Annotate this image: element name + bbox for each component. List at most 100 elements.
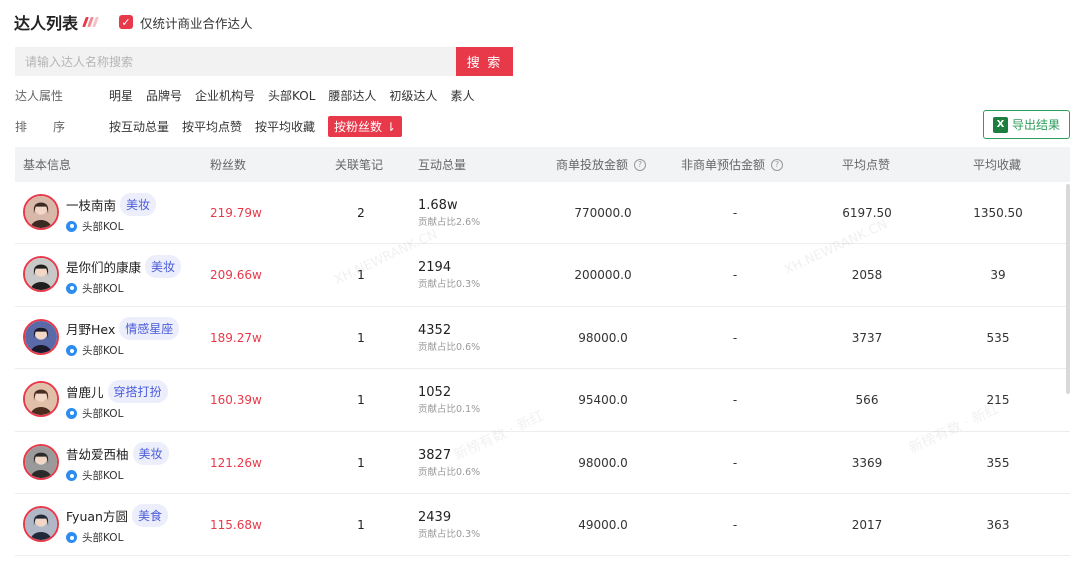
contribution-share: 贡献占比0.1% [418, 404, 481, 416]
level-label: 头部KOL [82, 282, 124, 295]
filter-amateur[interactable]: 素人 [450, 87, 474, 104]
col-paid-label: 商单投放金额 [556, 158, 629, 172]
creator-level: 头部KOL [66, 343, 123, 359]
unpaid-amount: - [732, 455, 738, 470]
sort-row: 排序 按互动总量 按平均点赞 按平均收藏 按粉丝数 ⇂ [15, 115, 415, 137]
notes-count[interactable]: 1 [357, 244, 365, 306]
col-paid: 商单投放金额? [556, 147, 647, 182]
fans-count: 219.79w [210, 206, 262, 220]
creator-level: 头部KOL [66, 280, 123, 296]
table-row[interactable]: 一枝南南 美妆 头部KOL 219.79w 2 1.68w 贡献占比2.6% 770000.0… [15, 182, 1070, 245]
interaction-cell: 2439 贡献占比0.3% [418, 494, 480, 556]
table-header: 基本信息 粉丝数 关联笔记 互动总量 商单投放金额? 非商单预估金额? 平均点赞… [15, 147, 1070, 182]
creator-name-line: 月野Hex 情感星座 [66, 317, 180, 341]
creator-level: 头部KOL [66, 468, 123, 484]
table-row[interactable]: Fyuan方圆 美食 头部KOL 115.68w 1 2439 贡献占比0.3% 49000.… [15, 494, 1070, 557]
search-button[interactable]: 搜 索 [456, 47, 513, 76]
title-decoration [82, 17, 99, 27]
creator-name[interactable]: 是你们的康康 [66, 257, 141, 276]
attribute-filter-label: 达人属性 [15, 88, 64, 103]
level-label: 头部KOL [82, 470, 124, 483]
filter-junior[interactable]: 初级达人 [389, 87, 437, 104]
help-icon[interactable]: ? [771, 158, 784, 171]
avatar[interactable] [23, 381, 59, 418]
filter-top-kol[interactable]: 头部KOL [268, 87, 315, 104]
interaction-total: 1.68w [418, 198, 458, 213]
search-input[interactable] [15, 47, 456, 76]
avatar[interactable] [23, 256, 59, 293]
filter-mid-tier[interactable]: 腰部达人 [328, 87, 376, 104]
col-avg-fav: 平均收藏 [973, 158, 1022, 172]
category-tag: 美妆 [145, 254, 182, 278]
filter-enterprise[interactable]: 企业机构号 [195, 87, 255, 104]
interaction-total: 2439 [418, 509, 452, 525]
scrollbar[interactable] [1066, 184, 1070, 394]
creator-name[interactable]: 曾鹿儿 [66, 382, 104, 401]
avatar[interactable] [23, 443, 59, 480]
level-label: 头部KOL [82, 407, 124, 420]
fans-count: 115.68w [210, 517, 262, 532]
check-icon[interactable]: ✓ [119, 15, 134, 29]
notes-count[interactable]: 1 [357, 494, 365, 556]
sort-by-avg-like[interactable]: 按平均点赞 [182, 118, 242, 135]
avatar[interactable] [23, 318, 59, 355]
avg-fav: 535 [986, 330, 1010, 345]
level-label: 头部KOL [82, 220, 124, 233]
search-bar: 搜 索 [15, 47, 513, 76]
avatar[interactable] [23, 505, 59, 542]
table-row[interactable]: 昔幼爱西柚 美妆 头部KOL 121.26w 1 3827 贡献占比0.6% 98000.0 -… [15, 432, 1070, 494]
notes-count[interactable]: 1 [357, 369, 365, 431]
table-row[interactable]: 月野Hex 情感星座 头部KOL 189.27w 1 4352 贡献占比0.6% 98000.… [15, 307, 1070, 370]
filter-star[interactable]: 明星 [109, 87, 133, 104]
paid-amount: 95400.0 [578, 393, 628, 408]
creator-name[interactable]: Fyuan方圆 [66, 506, 128, 525]
help-icon[interactable]: ? [634, 158, 647, 171]
interaction-cell: 3827 贡献占比0.6% [418, 432, 480, 494]
creator-name[interactable]: 月野Hex [66, 319, 115, 338]
notes-count[interactable]: 1 [357, 432, 365, 494]
unpaid-amount: - [732, 393, 738, 408]
avg-like: 566 [855, 393, 879, 408]
col-fans: 粉丝数 [210, 158, 247, 172]
sort-by-fans[interactable]: 按粉丝数 ⇂ [328, 115, 402, 137]
level-badge-icon [66, 470, 77, 482]
contribution-share: 贡献占比0.6% [418, 466, 481, 478]
creator-name-line: 是你们的康康 美妆 [66, 254, 182, 278]
avg-like: 2017 [851, 517, 883, 532]
level-badge-icon [66, 282, 77, 294]
fans-count: 121.26w [210, 455, 262, 470]
notes-count[interactable]: 1 [357, 307, 365, 369]
sort-by-interaction[interactable]: 按互动总量 [109, 118, 169, 135]
business-only-checkbox[interactable]: ✓ 仅统计商业合作达人 [119, 13, 253, 32]
sort-by-avg-fav[interactable]: 按平均收藏 [255, 118, 315, 135]
creator-name[interactable]: 昔幼爱西柚 [66, 444, 129, 463]
sort-label: 排序 [15, 118, 109, 135]
creator-name-line: Fyuan方圆 美食 [66, 504, 168, 528]
table-row[interactable]: 曾鹿儿 穿搭打扮 头部KOL 160.39w 1 1052 贡献占比0.1% 95400.0 -… [15, 369, 1070, 432]
level-badge-icon [66, 220, 77, 232]
filter-brand[interactable]: 品牌号 [146, 87, 182, 104]
creator-level: 头部KOL [66, 530, 123, 546]
level-badge-icon [66, 345, 77, 357]
fans-count: 189.27w [210, 330, 262, 345]
category-tag: 美妆 [120, 192, 157, 216]
table-body: 一枝南南 美妆 头部KOL 219.79w 2 1.68w 贡献占比2.6% 770000.0… [15, 182, 1070, 557]
fans-count: 160.39w [210, 393, 262, 408]
level-label: 头部KOL [82, 532, 124, 545]
category-tag: 穿搭打扮 [107, 379, 168, 403]
creator-name-line: 曾鹿儿 穿搭打扮 [66, 379, 168, 403]
attribute-filter-row: 达人属性 明星 品牌号 企业机构号 头部KOL 腰部达人 初级达人 素人 [15, 86, 487, 104]
avatar[interactable] [23, 194, 59, 230]
table-row[interactable]: 是你们的康康 美妆 头部KOL 209.66w 1 2194 贡献占比0.3% 200000.… [15, 244, 1070, 307]
avg-fav: 39 [990, 268, 1006, 283]
interaction-total: 3827 [418, 447, 452, 463]
avg-fav: 1350.50 [973, 206, 1023, 220]
level-badge-icon [66, 407, 77, 419]
export-label: 导出结果 [1011, 118, 1060, 132]
level-badge-icon [66, 532, 77, 544]
creator-name[interactable]: 一枝南南 [66, 195, 116, 214]
notes-count[interactable]: 2 [357, 182, 365, 244]
avg-fav: 215 [986, 393, 1010, 408]
export-button[interactable]: X 导出结果 [983, 110, 1070, 139]
col-notes: 关联笔记 [335, 158, 384, 172]
